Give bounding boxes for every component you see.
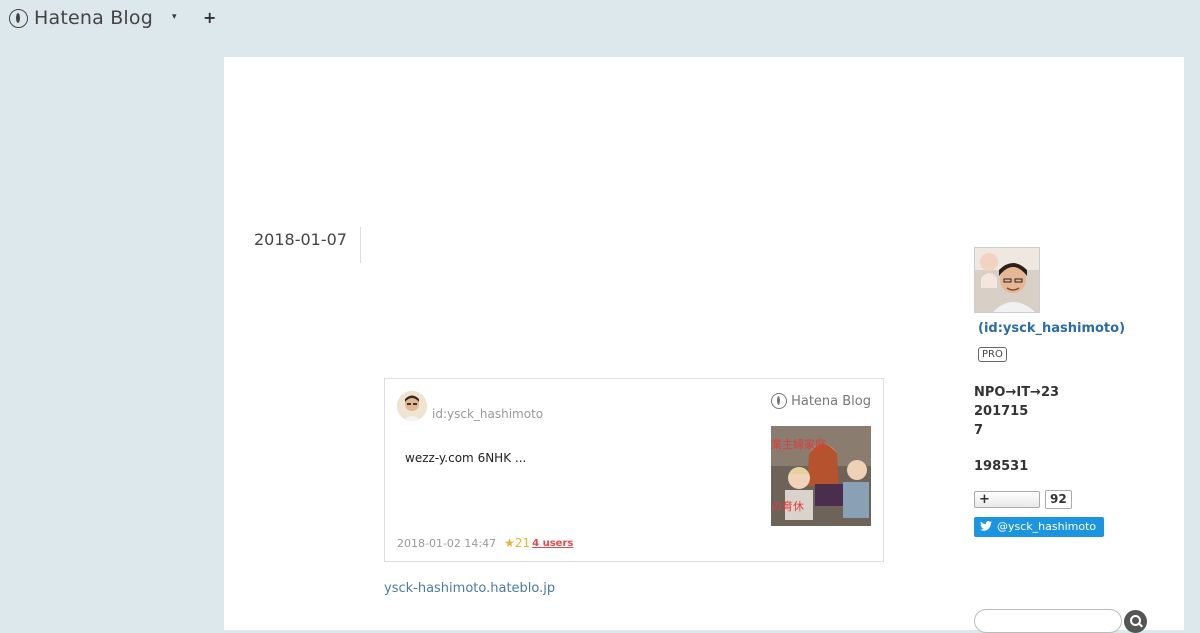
bookmark-users-link[interactable]: 4 users	[532, 538, 573, 549]
readers-count: 198531	[974, 459, 1029, 474]
thumbnail-caption-bottom: の育休	[771, 499, 804, 513]
hatena-logo-icon	[771, 393, 788, 409]
card-logo-text: Hatena Blog	[791, 393, 871, 409]
blog-url-link[interactable]: ysck-hashimoto.hateblo.jp	[384, 581, 555, 596]
brand-text: Hatena Blog	[34, 7, 153, 29]
main-panel: 2018-01-07 id:ysck_hashimoto Hatena Blog…	[224, 57, 1184, 633]
card-thumbnail[interactable]: 業主婦家庭 の育休	[771, 426, 871, 526]
star-count[interactable]: ★21	[504, 536, 530, 550]
follower-count: 92	[1045, 490, 1072, 509]
thumbnail-caption-top: 業主婦家庭	[771, 437, 826, 451]
hatena-blog-logo[interactable]: Hatena Blog	[9, 7, 153, 29]
profile-id-link[interactable]: (id:ysck_hashimoto)	[978, 321, 1125, 336]
bio-line: 201715	[974, 404, 1029, 419]
card-meta: 2018-01-02 14:47 ★21 4 users	[397, 536, 573, 550]
card-author[interactable]: id:ysck_hashimoto	[432, 407, 543, 421]
profile-bio: NPO→IT→23 201715 7	[974, 383, 1059, 440]
twitter-follow-button[interactable]: @ysck_hashimoto	[974, 517, 1104, 537]
twitter-handle: @ysck_hashimoto	[997, 520, 1097, 533]
embed-card[interactable]: id:ysck_hashimoto Hatena Blog wezz-y.com…	[384, 378, 884, 562]
author-avatar	[397, 391, 427, 421]
top-bar: Hatena Blog ▾ +	[0, 0, 1200, 36]
card-timestamp: 2018-01-02 14:47	[397, 536, 497, 550]
search-input[interactable]	[974, 609, 1122, 633]
card-excerpt: wezz-y.com 6NHK ...	[405, 451, 527, 465]
hatena-logo-icon	[9, 8, 28, 28]
menu-dropdown-icon[interactable]: ▾	[172, 12, 177, 22]
profile-avatar[interactable]	[974, 247, 1040, 313]
card-hatena-blog-logo: Hatena Blog	[771, 393, 871, 409]
bio-line: NPO→IT→23	[974, 385, 1060, 400]
follow-button[interactable]: +	[974, 491, 1040, 508]
add-button[interactable]: +	[203, 8, 216, 27]
pro-badge: PRO	[978, 347, 1007, 362]
bio-line: 7	[974, 423, 984, 438]
entry-date: 2018-01-07	[254, 227, 361, 263]
twitter-bird-icon	[980, 517, 992, 537]
